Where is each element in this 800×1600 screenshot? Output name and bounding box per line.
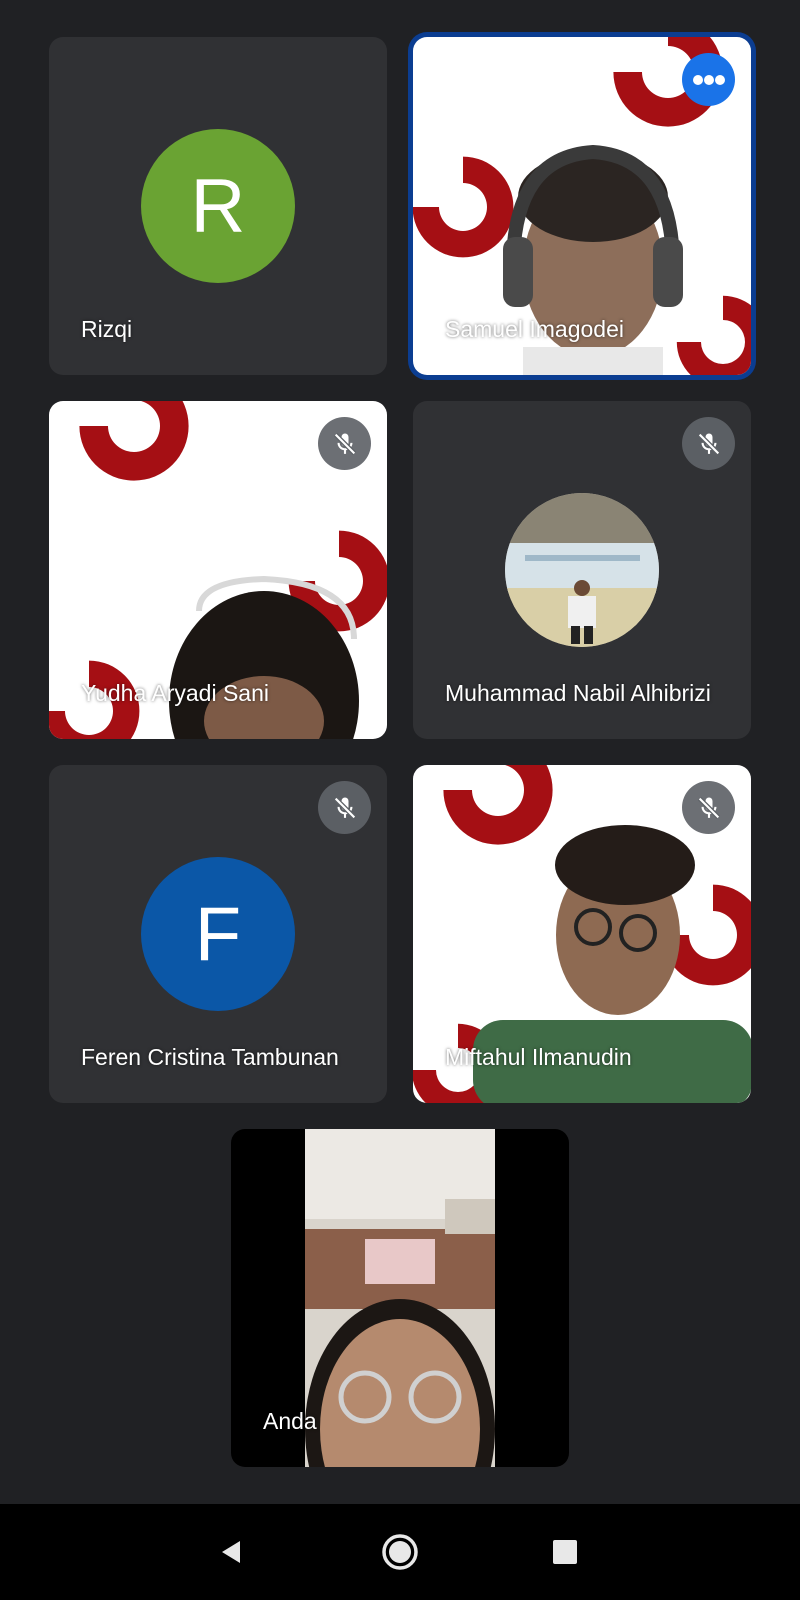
participant-name: Anda: [263, 1408, 317, 1434]
audio-dots-icon: [682, 53, 735, 106]
system-nav-bar: [0, 1504, 800, 1600]
mic-off-icon: [682, 417, 735, 470]
participant-name: Samuel Imagodei: [445, 316, 624, 342]
participant-name: Rizqi: [81, 316, 133, 342]
home-circle-icon[interactable]: [372, 1524, 428, 1580]
avatar-initial: R: [190, 163, 246, 249]
participant-tile-muhammad[interactable]: Muhammad Nabil Alhibrizi: [413, 401, 751, 739]
participant-tile-miftahul[interactable]: Miftahul Ilmanudin: [413, 765, 751, 1103]
self-video-feed: [305, 1129, 495, 1467]
avatar: F: [141, 857, 295, 1011]
back-triangle-icon[interactable]: [203, 1524, 259, 1580]
mic-off-icon: [318, 781, 371, 834]
participant-tile-rizqi[interactable]: R Rizqi: [49, 37, 387, 375]
participant-tile-samuel[interactable]: Samuel Imagodei: [413, 37, 751, 375]
participant-name: Feren Cristina Tambunan: [81, 1044, 339, 1070]
participant-name: Miftahul Ilmanudin: [445, 1044, 632, 1070]
mic-off-icon: [682, 781, 735, 834]
avatar-photo: [505, 493, 659, 647]
mic-off-icon: [318, 417, 371, 470]
recents-square-icon[interactable]: [537, 1524, 593, 1580]
participant-name: Yudha Aryadi Sani: [81, 680, 269, 706]
participant-name: Muhammad Nabil Alhibrizi: [445, 680, 711, 706]
participant-tile-self[interactable]: Anda: [231, 1129, 569, 1467]
participant-tile-feren[interactable]: F Feren Cristina Tambunan: [49, 765, 387, 1103]
avatar-initial: F: [194, 891, 242, 977]
avatar: R: [141, 129, 295, 283]
participant-tile-yudha[interactable]: Yudha Aryadi Sani: [49, 401, 387, 739]
